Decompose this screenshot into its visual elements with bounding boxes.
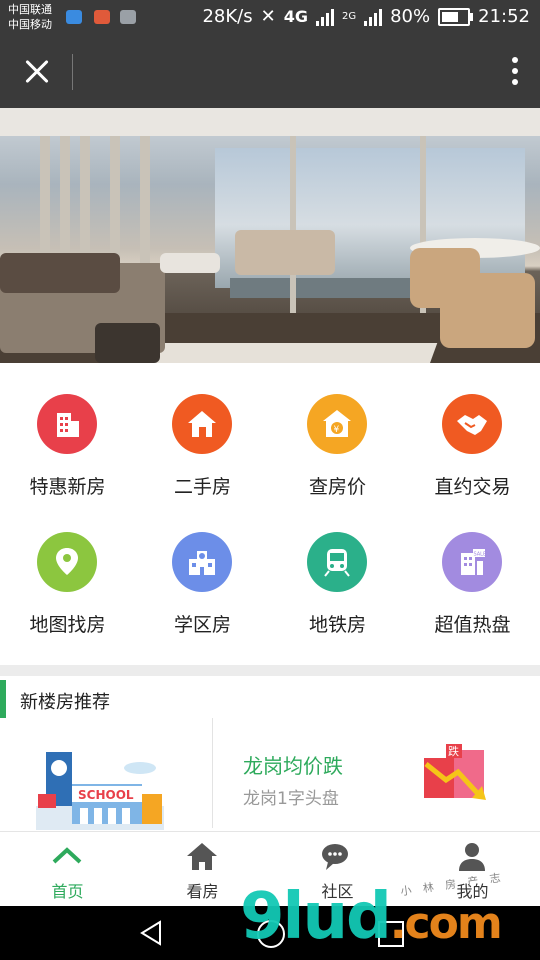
svg-text:¥: ¥: [334, 425, 340, 435]
recommend-item-subtitle: 龙岗1字头盘: [243, 789, 339, 809]
menu-item-label: 查房价: [308, 476, 366, 498]
section-accent-bar: [0, 680, 6, 718]
subway-icon: [307, 532, 367, 592]
signal-icon: [315, 8, 334, 26]
status-right: 28K/s ✕ 4G 2G 80% 21:52: [202, 6, 530, 27]
recommend-item-title[interactable]: 龙岗均价跌: [243, 750, 343, 779]
network-2g: 2G: [341, 11, 357, 22]
app-notification-icon: [94, 10, 110, 24]
section-title: 新楼房推荐: [20, 692, 110, 713]
status-bar: 中国联通 中国移动 28K/s ✕ 4G 2G 80% 21:52: [0, 0, 540, 36]
carrier-2: 中国移动: [8, 18, 52, 31]
tab-label: 首页: [51, 882, 84, 901]
more-menu-icon[interactable]: [510, 54, 520, 90]
menu-item[interactable]: 地图找房: [0, 501, 135, 639]
battery-icon: [438, 7, 474, 26]
hero-banner-image[interactable]: [0, 108, 540, 363]
signal-2-icon: [364, 8, 383, 26]
building-icon: [37, 394, 97, 454]
recommend-divider: [212, 718, 213, 828]
browser-toolbar: [0, 36, 540, 108]
price-drop-icon[interactable]: 跌: [420, 742, 492, 804]
watermark-logo: 9lud.com: [240, 880, 503, 954]
menu-item-label: 地图找房: [29, 614, 106, 636]
house-icon: [172, 394, 232, 454]
menu-item[interactable]: 特惠新房: [0, 363, 135, 501]
new-house-recommend: 新楼房推荐 SCHOOL 龙岗均价跌 龙岗1字头盘 跌: [0, 676, 540, 831]
category-grid: 特惠新房 二手房 ¥ 查房价 直约交易地图找房 学区房 地铁房 SALE 超值热盘: [0, 363, 540, 665]
school-icon: [172, 532, 232, 592]
network-4g: 4G: [283, 7, 308, 26]
battery-fill: [442, 11, 459, 22]
house-icon: [185, 840, 219, 874]
battery-percent: 80%: [390, 6, 431, 27]
menu-item-label: 地铁房: [308, 614, 366, 636]
home-chevron-icon: [50, 840, 84, 874]
network-speed: 28K/s: [202, 6, 253, 27]
menu-item[interactable]: 学区房: [135, 501, 270, 639]
user-icon: [455, 840, 489, 874]
menu-item[interactable]: 直约交易: [405, 363, 540, 501]
school-sign-text: SCHOOL: [78, 788, 134, 802]
menu-item-label: 特惠新房: [29, 476, 106, 498]
close-icon[interactable]: [18, 52, 58, 92]
map-pin-icon: [37, 532, 97, 592]
carrier-names: 中国联通 中国移动: [8, 2, 52, 32]
menu-item[interactable]: 地铁房: [270, 501, 405, 639]
handshake-icon: [442, 394, 502, 454]
carrier-1: 中国联通: [8, 3, 52, 16]
chat-bubbles-icon: [320, 840, 354, 874]
menu-item-label: 超值热盘: [434, 614, 511, 636]
price-house-icon: ¥: [307, 394, 367, 454]
mute-icon: ✕: [260, 6, 276, 27]
section-separator: [0, 665, 540, 676]
price-tag-text: 跌: [448, 744, 459, 758]
menu-item[interactable]: SALE 超值热盘: [405, 501, 540, 639]
menu-item[interactable]: 二手房: [135, 363, 270, 501]
back-icon[interactable]: [138, 920, 164, 946]
menu-item-label: 二手房: [173, 476, 231, 498]
menu-item[interactable]: ¥ 查房价: [270, 363, 405, 501]
toolbar-divider: [72, 54, 73, 90]
location-app-icon: [66, 10, 82, 24]
school-illustration-icon[interactable]: SCHOOL: [36, 748, 164, 830]
menu-item-label: 直约交易: [434, 476, 511, 498]
image-notification-icon: [120, 10, 136, 24]
sale-building-icon: SALE: [442, 532, 502, 592]
tab-item[interactable]: 首页: [0, 832, 135, 907]
menu-item-label: 学区房: [173, 614, 231, 636]
svg-text:SALE: SALE: [474, 552, 487, 558]
clock: 21:52: [478, 6, 530, 27]
